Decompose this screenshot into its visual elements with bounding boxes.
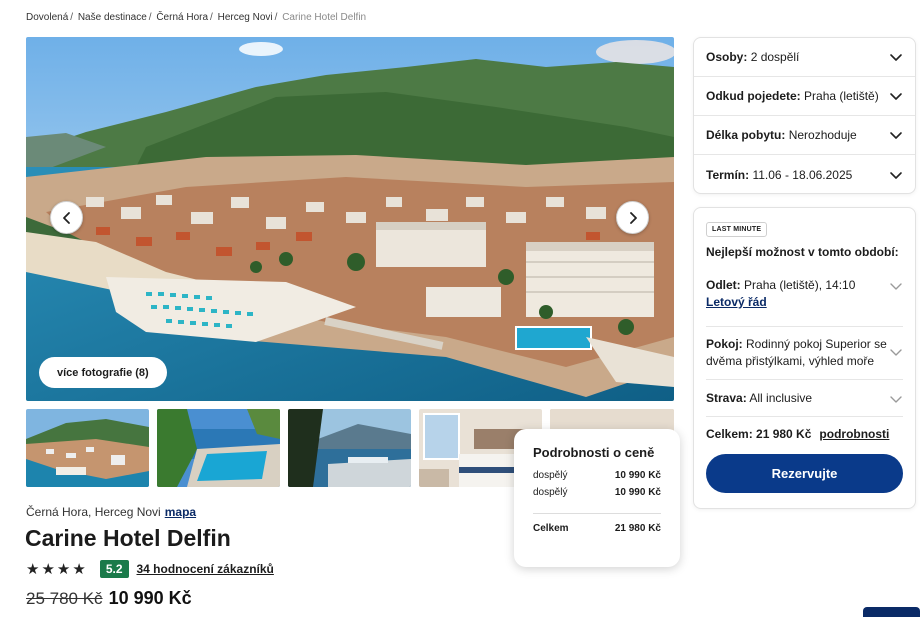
thumbnail-photo-terrace	[288, 409, 411, 487]
filter-date[interactable]: Termín: 11.06 - 18.06.2025	[694, 155, 915, 194]
filter-value: 11.06 - 18.06.2025	[752, 167, 853, 182]
breadcrumb-separator: /	[274, 12, 278, 23]
chevron-down-icon	[890, 349, 902, 356]
chevron-down-icon	[890, 132, 902, 139]
breadcrumb-separator: /	[148, 12, 152, 23]
more-photos-button[interactable]: více fotografie (8)	[39, 357, 167, 388]
offer-total: Celkem: 21 980 Kč	[706, 427, 812, 441]
filter-label: Odkud pojedete:	[706, 89, 801, 103]
breadcrumb-current: Carine Hotel Delfin	[282, 12, 367, 23]
chevron-down-icon	[890, 283, 902, 290]
last-minute-badge: LAST MINUTE	[706, 222, 768, 237]
filter-label: Termín:	[706, 167, 750, 182]
price-row-adult: dospělý 10 990 Kč	[533, 484, 661, 501]
chevron-down-icon	[890, 93, 902, 100]
chevron-down-icon	[890, 54, 902, 61]
filter-departure-text: Odkud pojedete: Praha (letiště)	[706, 89, 879, 103]
filter-persons[interactable]: Osoby: 2 dospělí	[694, 38, 915, 77]
offer-departure-row[interactable]: Odlet: Praha (letiště), 14:10 Letový řád	[706, 272, 903, 327]
price-details-link[interactable]: podrobnosti	[819, 427, 889, 441]
star-icon: ★	[41, 561, 55, 578]
thumbnail-photo-pool	[157, 409, 280, 487]
filter-departure[interactable]: Odkud pojedete: Praha (letiště)	[694, 77, 915, 116]
price-row-value: 10 990 Kč	[614, 470, 661, 481]
offer-room-label: Pokoj:	[706, 337, 743, 351]
price-details-title: Podrobnosti o ceně	[533, 445, 655, 460]
filter-label: Délka pobytu:	[706, 128, 786, 142]
price-total-row: Celkem 21 980 Kč	[533, 523, 661, 534]
price-row: 25 780 Kč 10 990 Kč	[26, 588, 192, 609]
gallery-next-button[interactable]	[616, 201, 649, 234]
breadcrumb-separator: /	[70, 12, 74, 23]
price-row-label: dospělý	[533, 470, 568, 481]
review-score-badge: 5.2	[99, 560, 129, 578]
star-icon: ★	[26, 561, 40, 578]
breadcrumb-item-herceg-novi[interactable]: Herceg Novi	[218, 12, 273, 23]
price-details-popup: Podrobnosti o ceně dospělý 10 990 Kč dos…	[514, 429, 680, 567]
price-total-value: 21 980 Kč	[614, 523, 661, 534]
filter-duration[interactable]: Délka pobytu: Nerozhoduje	[694, 116, 915, 155]
price-total-label: Celkem	[533, 523, 569, 534]
breadcrumb-separator: /	[210, 12, 213, 23]
gallery-prev-button[interactable]	[50, 201, 83, 234]
map-link[interactable]: mapa	[165, 505, 196, 519]
offer-board-row[interactable]: Strava: All inclusive	[706, 380, 903, 417]
chevron-right-icon	[629, 211, 637, 224]
chevron-down-icon	[890, 171, 902, 179]
breadcrumb-item-dovolena[interactable]: Dovolená	[26, 12, 68, 23]
chevron-left-icon	[62, 211, 70, 224]
hotel-name: Carine Hotel Delfin	[25, 525, 231, 551]
star-rating: ★ ★ ★ ★	[26, 560, 86, 578]
new-price: 10 990 Kč	[108, 588, 192, 608]
chevron-down-icon	[890, 396, 902, 403]
filter-value: Nerozhoduje	[788, 128, 857, 142]
offer-board-label: Strava:	[706, 391, 747, 405]
thumbnail-1[interactable]	[26, 409, 149, 487]
hotel-location: Černá Hora, Herceg Novi mapa	[26, 505, 196, 519]
divider	[533, 513, 661, 514]
book-button[interactable]: Rezervujte	[706, 454, 903, 493]
price-row-adult: dospělý 10 990 Kč	[533, 467, 661, 484]
breadcrumb-item-cerna-hora[interactable]: Černá Hora	[156, 12, 208, 23]
filter-persons-text: Osoby: 2 dospělí	[706, 50, 799, 64]
offer-departure-value: Praha (letiště), 14:10	[744, 278, 856, 292]
reviews-link[interactable]: 34 hodnocení zákazníků	[137, 562, 274, 576]
location-text: Černá Hora, Herceg Novi	[26, 505, 161, 519]
filter-value: Praha (letiště)	[804, 89, 879, 103]
offer-room-text: Pokoj: Rodinný pokoj Superior se dvěma p…	[706, 336, 889, 370]
thumbnail-2[interactable]	[157, 409, 280, 487]
offer-board-value: All inclusive	[749, 391, 813, 405]
old-price: 25 780 Kč	[26, 589, 103, 608]
filter-label: Osoby:	[706, 50, 748, 64]
thumbnail-3[interactable]	[288, 409, 411, 487]
offer-total-row: Celkem: 21 980 Kč podrobnosti	[706, 417, 903, 441]
breadcrumb: Dovolená / Naše destinace / Černá Hora / He…	[26, 12, 366, 23]
offer-title: Nejlepší možnost v tomto období:	[706, 245, 899, 259]
best-offer-panel: LAST MINUTE Nejlepší možnost v tomto obd…	[693, 207, 916, 509]
price-row-label: dospělý	[533, 487, 568, 498]
price-row-value: 10 990 Kč	[614, 487, 661, 498]
rating-row: ★ ★ ★ ★ 5.2 34 hodnocení zákazníků	[26, 560, 274, 578]
filter-date-text: Termín: 11.06 - 18.06.2025	[706, 168, 852, 182]
hotel-aerial-photo	[26, 37, 674, 401]
search-filters-panel: Osoby: 2 dospělí Odkud pojedete: Praha (…	[693, 37, 916, 194]
hotel-main-photo[interactable]: více fotografie (8)	[26, 37, 674, 401]
filter-duration-text: Délka pobytu: Nerozhoduje	[706, 128, 857, 142]
flight-schedule-link[interactable]: Letový řád	[706, 295, 767, 309]
offer-board-text: Strava: All inclusive	[706, 390, 812, 407]
chat-widget-tab[interactable]	[863, 607, 920, 617]
star-icon: ★	[72, 561, 86, 578]
filter-value: 2 dospělí	[750, 50, 800, 64]
breadcrumb-item-destinace[interactable]: Naše destinace	[78, 12, 147, 23]
offer-departure-label: Odlet:	[706, 278, 741, 292]
offer-room-row[interactable]: Pokoj: Rodinný pokoj Superior se dvěma p…	[706, 327, 903, 380]
offer-departure-text: Odlet: Praha (letiště), 14:10 Letový řád	[706, 277, 855, 311]
thumbnail-photo-town	[26, 409, 149, 487]
star-icon: ★	[56, 561, 71, 578]
